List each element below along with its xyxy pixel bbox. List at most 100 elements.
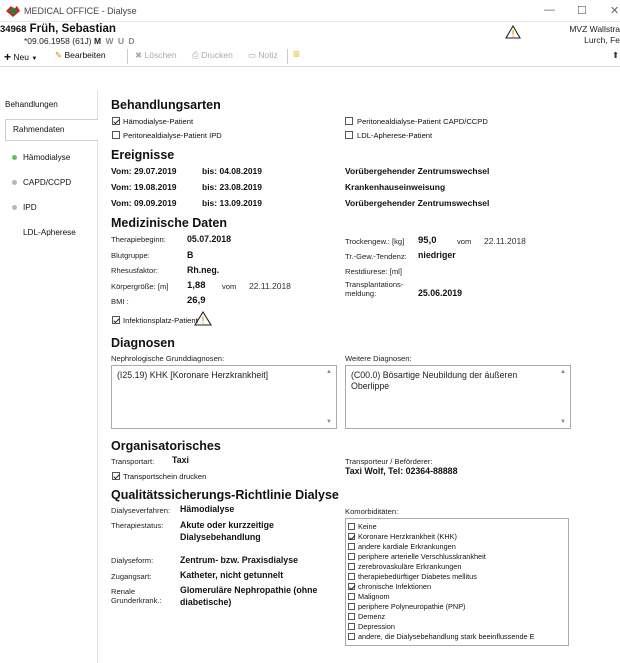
komorb-item-demenz[interactable]: Demenz [348, 612, 385, 621]
komorb-item-depression[interactable]: Depression [348, 622, 395, 631]
checkbox[interactable] [348, 603, 355, 610]
checkbox[interactable] [348, 563, 355, 570]
section-title-behandlungsarten: Behandlungsarten [111, 98, 221, 112]
event-type: Vorübergehender Zentrumswechsel [345, 198, 490, 208]
trockengew-label: Trockengew.: [kg] [345, 237, 405, 246]
plus-icon: + [4, 50, 12, 64]
checkbox-transportschein[interactable] [112, 472, 120, 480]
status-dot-icon [12, 155, 17, 161]
patient-name[interactable]: Früh, Sebastian [30, 23, 116, 35]
checkbox-ldl[interactable] [345, 131, 353, 139]
komorb-item-pavk[interactable]: periphere arterielle Verschlusskrankheit [348, 552, 486, 561]
practice-name: MVZ Wallstra [569, 24, 620, 34]
checkbox[interactable] [348, 543, 355, 550]
checkbox[interactable] [348, 633, 355, 640]
checkbox[interactable] [348, 623, 355, 630]
dialyseform-label: Dialyseform: [111, 556, 154, 565]
transplant-value: 25.06.2019 [418, 288, 463, 298]
app-logo-icon [6, 6, 20, 17]
therapiestatus-value: Dialysebehandlung [180, 532, 261, 542]
sidebar-item-ipd[interactable]: IPD [12, 203, 110, 212]
komorb-item-zerebrovaskulaer[interactable]: zerebrovaskuläre Erkrankungen [348, 562, 461, 571]
event-to: bis: 13.09.2019 [202, 198, 263, 208]
komorb-item-pnp[interactable]: periphere Polyneuropathie (PNP) [348, 602, 466, 611]
checkbox-infektionsplatz[interactable] [112, 316, 120, 324]
sidebar-item-haemodialyse[interactable]: Hämodialyse [12, 153, 110, 162]
checkbox[interactable] [348, 523, 355, 530]
checkbox[interactable] [348, 583, 355, 590]
sidebar-item-behandlungen[interactable]: Behandlungen [5, 100, 103, 109]
title-bar: MEDICAL OFFICE - Dialyse — ☐ ✕ [0, 0, 620, 22]
groesse-date: 22.11.2018 [249, 281, 291, 291]
checkbox-ipd[interactable] [112, 131, 120, 139]
delete-icon: ✖ [135, 50, 143, 60]
note-icon: ▭ [248, 50, 257, 60]
komorb-item-khk[interactable]: Koronare Herzkrankheit (KHK) [348, 532, 457, 541]
warning-icon [194, 311, 212, 326]
komorb-item-malignom[interactable]: Malignom [348, 592, 390, 601]
checkbox[interactable] [348, 573, 355, 580]
minimize-button[interactable]: — [544, 4, 555, 16]
scroll-up-icon[interactable]: ▲ [326, 369, 332, 375]
transplant-label: Transplantations- [345, 280, 404, 289]
status-dot-icon [12, 230, 17, 236]
groesse-value: 1,88 [187, 280, 206, 291]
nephro-diagnosis-textarea[interactable]: (I25.19) KHK [Koronare Herzkrankheit] ▲ … [111, 365, 337, 429]
scroll-down-icon[interactable]: ▼ [560, 419, 566, 425]
section-title-ereignisse: Ereignisse [111, 148, 175, 162]
toolbar-separator [287, 49, 288, 64]
zugangsart-label: Zugangsart: [111, 572, 152, 581]
checkbox-label: Hämodialyse-Patient [123, 117, 194, 126]
close-button[interactable]: ✕ [610, 4, 619, 17]
transporteur-value: Taxi Wolf, Tel: 02364-88888 [345, 466, 458, 476]
checkbox[interactable] [348, 553, 355, 560]
print-button[interactable]: ⎙ Drucken [192, 50, 233, 61]
therapiebeginn-value: 05.07.2018 [187, 234, 232, 244]
event-to: bis: 04.08.2019 [202, 166, 263, 176]
checkbox-capd[interactable] [345, 117, 353, 125]
checkbox[interactable] [348, 533, 355, 540]
komorb-item-keine[interactable]: Keine [348, 522, 377, 531]
collapse-icon[interactable]: ⬆ [612, 50, 619, 61]
status-dot-icon [12, 205, 17, 211]
transportart-value: Taxi [172, 455, 189, 465]
checkbox[interactable] [348, 593, 355, 600]
komorb-item-kardial[interactable]: andere kardiale Erkrankungen [348, 542, 456, 551]
rhesus-value: Rh.neg. [187, 265, 220, 275]
new-button[interactable]: + Neu ▼ [4, 50, 37, 64]
nephro-diagnosis-text: (I25.19) KHK [Koronare Herzkrankheit] [117, 370, 269, 380]
restdiurese-label: Restdiurese: [ml] [345, 267, 402, 276]
sidebar-item-rahmendaten[interactable]: Rahmendaten [5, 119, 98, 141]
patient-header: 34968 Früh, Sebastian *09.06.1958 (61J) … [0, 22, 620, 46]
warning-icon[interactable] [505, 25, 521, 39]
checkbox-label: Transportschein drucken [123, 472, 207, 481]
sidebar-item-capd[interactable]: CAPD/CCPD [12, 178, 110, 187]
renale-value: Glomeruläre Nephropathie (ohne [180, 585, 318, 595]
note-button[interactable]: ▭ Notiz [248, 50, 278, 61]
section-title-diagnosen: Diagnosen [111, 336, 175, 350]
scroll-up-icon[interactable]: ▲ [560, 369, 566, 375]
rhesus-label: Rhesusfaktor: [111, 266, 158, 275]
komorb-item-andere[interactable]: andere, die Dialysebehandlung stark beei… [348, 632, 534, 641]
groesse-label: Körpergröße: [m] [111, 282, 169, 291]
edit-button[interactable]: ✎ Bearbeiten [55, 50, 106, 61]
printer-icon: ⎙ [192, 50, 199, 60]
checkbox-haemodialyse[interactable] [112, 117, 120, 125]
komorb-item-infektionen[interactable]: chronische Infektionen [348, 582, 431, 591]
zugangsart-value: Katheter, nicht getunnelt [180, 570, 284, 580]
event-from: Vom: 19.08.2019 [111, 182, 177, 192]
checkbox[interactable] [348, 613, 355, 620]
maximize-button[interactable]: ☐ [577, 4, 587, 17]
scroll-down-icon[interactable]: ▼ [326, 419, 332, 425]
event-type: Krankenhauseinweisung [345, 182, 446, 192]
weitere-diagnosis-textarea[interactable]: (C00.0) Bösartige Neubildung der äußeren… [345, 365, 571, 429]
menu-icon[interactable]: ≡ [293, 48, 300, 60]
window-title: MEDICAL OFFICE - Dialyse [24, 6, 137, 16]
delete-button[interactable]: ✖ Löschen [135, 50, 177, 61]
nephro-diagnosis-label: Nephrologische Grunddiagnosen: [111, 354, 225, 363]
section-title-medizinische-daten: Medizinische Daten [111, 216, 227, 230]
renale-value: diabetische) [180, 597, 232, 607]
komorb-item-diabetes[interactable]: therapiebedürftiger Diabetes mellitus [348, 572, 477, 581]
sidebar-item-ldl[interactable]: LDL-Apherese [12, 228, 110, 237]
groesse-vom-label: vom [222, 282, 237, 291]
